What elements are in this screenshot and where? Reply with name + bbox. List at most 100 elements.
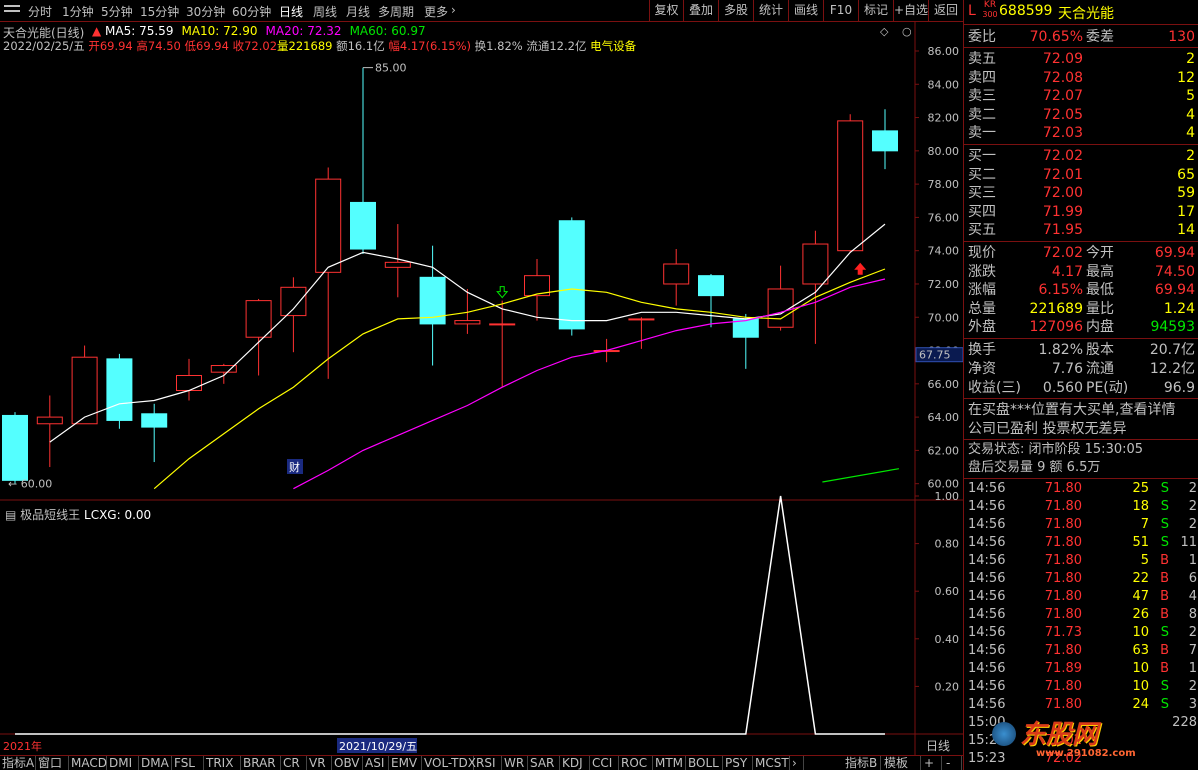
indicator-tab-19[interactable]: ROC	[619, 756, 653, 770]
period-tab-2[interactable]: 5分钟	[101, 3, 133, 20]
toolbar-button-6[interactable]: 标记	[858, 0, 893, 21]
bid-row[interactable]: 买五 71.95 14	[964, 221, 1198, 239]
candle-body[interactable]	[245, 300, 272, 338]
indicator-tab-15[interactable]: WR	[502, 756, 528, 770]
toolbar-button-8[interactable]: 返回	[928, 0, 963, 21]
candle-body[interactable]	[280, 286, 307, 317]
indicator-tab-5[interactable]: FSL	[172, 756, 204, 770]
period-tab-5[interactable]: 60分钟	[232, 3, 271, 20]
candle-body[interactable]	[663, 263, 690, 285]
candle-body[interactable]	[454, 320, 481, 325]
candle-body[interactable]	[489, 323, 516, 326]
kline-chart[interactable]: 86.00 84.00 82.00 80.00 78.00 76.00 74.00 72.00…	[0, 22, 964, 755]
indicator-tab-23[interactable]: MCST	[753, 756, 790, 770]
toolbar-button-2[interactable]: 多股	[718, 0, 753, 21]
indicator-tab-8[interactable]: CR	[281, 756, 307, 770]
bid-row[interactable]: 买一 72.02 2	[964, 147, 1198, 165]
candle-body[interactable]	[2, 414, 28, 481]
bid-row[interactable]: 买三 72.00 59	[964, 184, 1198, 202]
period-tab-4[interactable]: 30分钟	[186, 3, 225, 20]
indicator-tab-13[interactable]: VOL-TDX	[422, 756, 476, 770]
tick-price: 71.80	[1044, 499, 1082, 514]
divider	[964, 478, 1198, 479]
period-tab-8[interactable]: 月线	[346, 3, 370, 20]
ask-row[interactable]: 卖一 72.03 4	[964, 124, 1198, 142]
note-big-order[interactable]: 在买盘***位置有大买单,查看详情	[964, 401, 1198, 419]
candle-body[interactable]	[872, 130, 898, 152]
candle-body[interactable]	[176, 375, 202, 391]
indicator-tab-11[interactable]: ASI	[363, 756, 389, 770]
indicator-tab-1[interactable]: 窗口	[36, 756, 69, 770]
toolbar-button-5[interactable]: F10	[823, 0, 858, 21]
indicator-tab-9[interactable]: VR	[307, 756, 332, 770]
indicator-tab-22[interactable]: PSY	[723, 756, 753, 770]
period-tab-1[interactable]: 1分钟	[62, 3, 94, 20]
candle-body[interactable]	[315, 178, 342, 273]
ask-row[interactable]: 卖三 72.07 5	[964, 87, 1198, 105]
tick-side: S	[1160, 697, 1169, 712]
indicator-tab-12[interactable]: EMV	[389, 756, 422, 770]
indicator-tab-16[interactable]: SAR	[528, 756, 560, 770]
chart-options-icon[interactable]: ◇	[880, 25, 888, 38]
stat-label: 内盘	[1086, 319, 1114, 335]
indicator-tab-18[interactable]: CCI	[590, 756, 619, 770]
bottom-right-button-3[interactable]: -	[944, 756, 962, 770]
period-tab-10[interactable]: 更多	[424, 3, 448, 20]
period-tab-6[interactable]: 日线	[279, 3, 303, 20]
toolbar-button-4[interactable]: 画线	[788, 0, 823, 21]
tick-side: S	[1160, 481, 1169, 496]
indicator-tab-10[interactable]: OBV	[332, 756, 363, 770]
candle-body[interactable]	[558, 220, 585, 330]
candle-body[interactable]	[837, 120, 864, 252]
bid-row[interactable]: 买二 72.01 65	[964, 166, 1198, 184]
toolbar-button-1[interactable]: 叠加	[683, 0, 718, 21]
period-tab-7[interactable]: 周线	[313, 3, 337, 20]
ask-row[interactable]: 卖二 72.05 4	[964, 106, 1198, 124]
period-tab-0[interactable]: 分时	[28, 3, 52, 20]
candle-body[interactable]	[698, 275, 724, 297]
indicator-tab-17[interactable]: KDJ	[560, 756, 590, 770]
tabs-more-arrow-icon[interactable]: ›	[790, 756, 804, 770]
indicator-tab-0[interactable]: 指标A	[0, 756, 36, 770]
kr-badge-top: KR	[983, 0, 997, 10]
indicator-tab-20[interactable]: MTM	[653, 756, 686, 770]
bottom-right-button-0[interactable]: 指标B	[843, 756, 881, 770]
indicator-tab-21[interactable]: BOLL	[686, 756, 723, 770]
candle-body[interactable]	[384, 261, 411, 268]
toolbar-button-3[interactable]: 统计	[753, 0, 788, 21]
bid-row[interactable]: 买四 71.99 17	[964, 203, 1198, 221]
ask-row[interactable]: 卖四 72.08 12	[964, 69, 1198, 87]
candle-body[interactable]	[802, 243, 829, 285]
menu-icon[interactable]	[4, 5, 20, 17]
indicator-tab-6[interactable]: TRIX	[204, 756, 241, 770]
toolbar-button-0[interactable]: 复权	[649, 0, 683, 21]
ask-row[interactable]: 卖五 72.09 2	[964, 50, 1198, 68]
indicator-menu-icon[interactable]: ▤	[5, 508, 16, 522]
indicator-tab-2[interactable]: MACD	[69, 756, 107, 770]
candle-body[interactable]	[628, 318, 655, 321]
more-arrow-icon[interactable]: ›	[451, 3, 456, 17]
period-tab-9[interactable]: 多周期	[378, 3, 414, 20]
indicator-tabs: 指标A 窗口 MACD DMI DMA FSL TRIX BRAR CR VR OBV ASI EMV V…	[0, 755, 963, 770]
tick-row: 15:00 228	[964, 714, 1198, 732]
bottom-right-button-1[interactable]: 模板	[882, 756, 921, 770]
indicator-tab-7[interactable]: BRAR	[241, 756, 281, 770]
chart-close-icon[interactable]: ○	[902, 25, 912, 38]
fin-value: 0.560	[1042, 380, 1083, 396]
toolbar-button-7[interactable]: +自选	[893, 0, 928, 21]
candle-body[interactable]	[350, 201, 376, 250]
candle-body[interactable]	[141, 413, 168, 428]
bottom-right-button-2[interactable]: +	[922, 756, 942, 770]
fin-label: 流通	[1086, 361, 1114, 377]
candle-body[interactable]	[36, 416, 63, 425]
period-tab-3[interactable]: 15分钟	[140, 3, 179, 20]
indicator-tab-3[interactable]: DMI	[107, 756, 139, 770]
indicator-tab-4[interactable]: DMA	[139, 756, 172, 770]
candle-body[interactable]	[106, 358, 133, 421]
indicator-tab-14[interactable]: RSI	[474, 756, 502, 770]
stat-row: 涨幅 6.15% 最低 69.94	[964, 281, 1198, 299]
tick-price: 72.02	[1044, 733, 1082, 748]
finance-badge[interactable]: 财	[289, 460, 300, 474]
ma-legend-2: MA20: 72.32	[265, 24, 342, 38]
tick-side: B	[1160, 607, 1169, 622]
